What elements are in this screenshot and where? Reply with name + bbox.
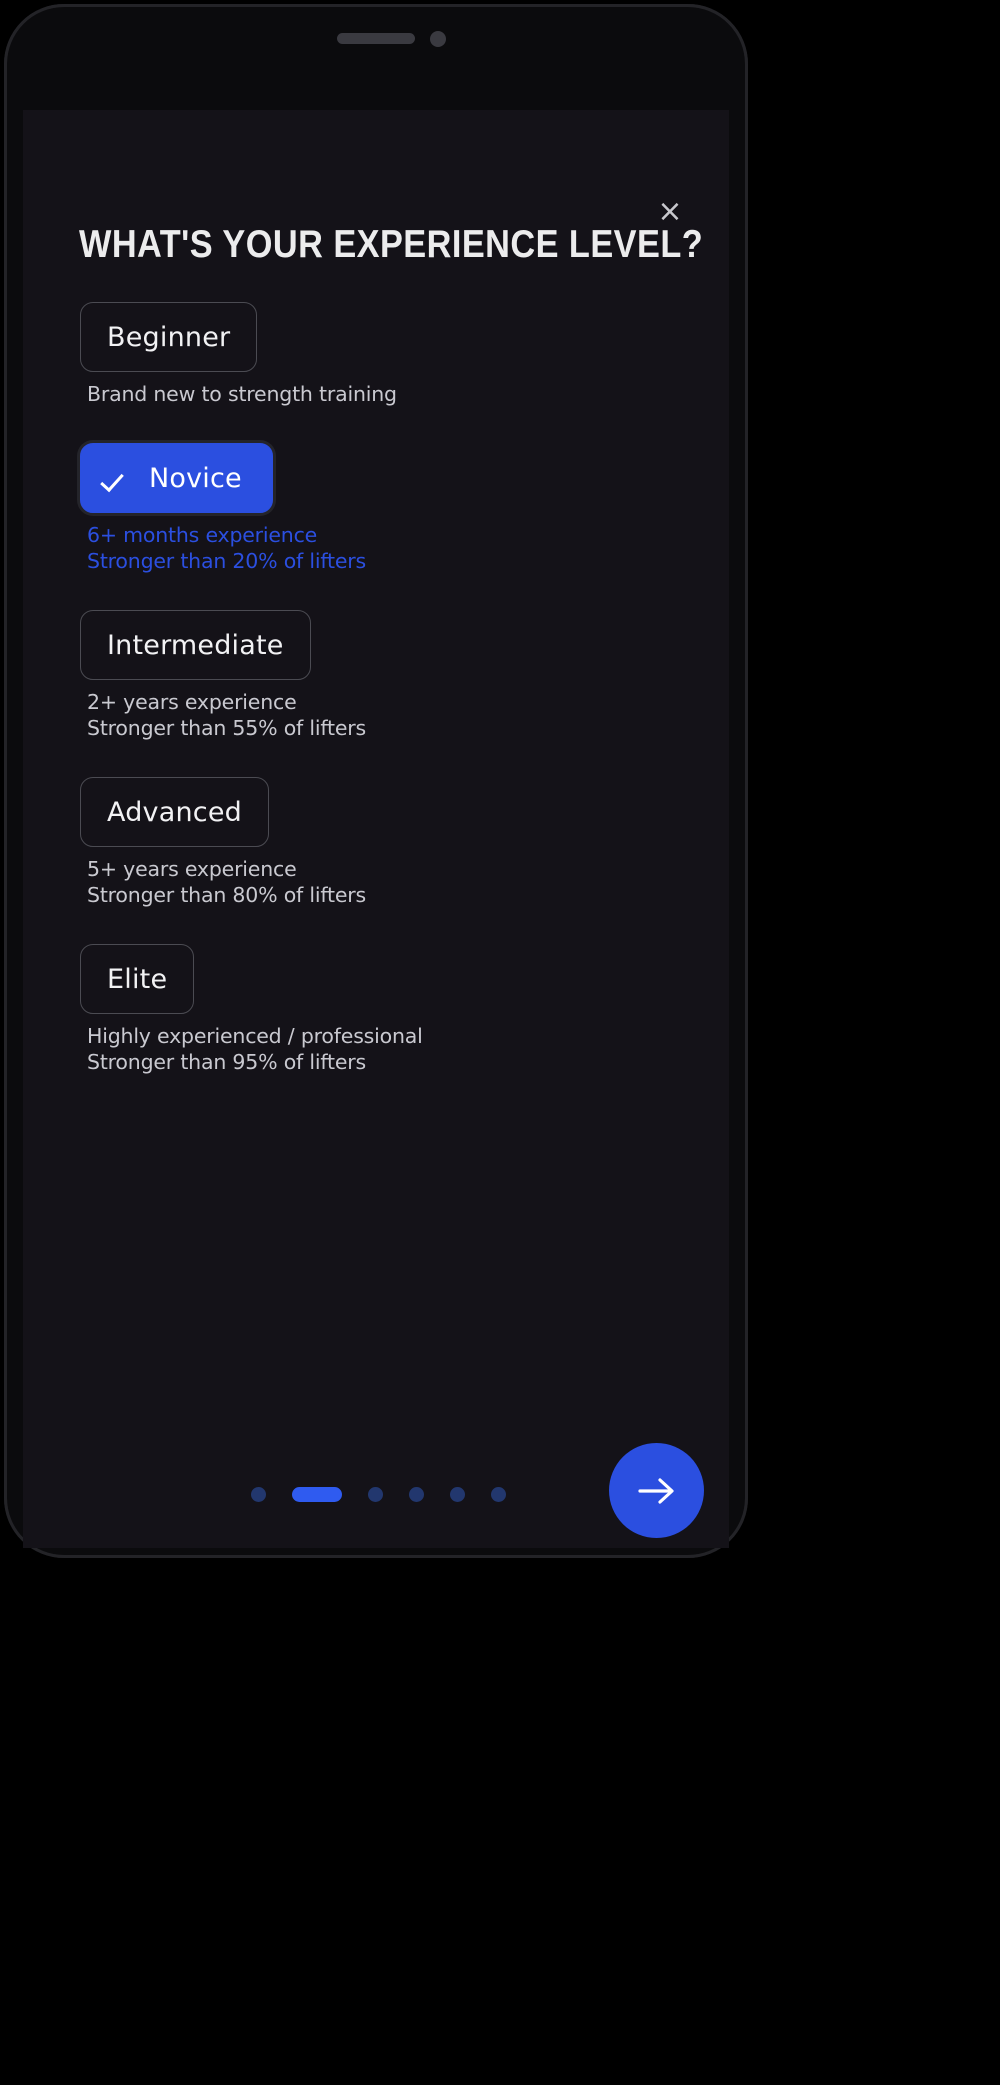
option-description-line: Stronger than 55% of lifters xyxy=(87,716,366,740)
option-description: Highly experienced / professional Stronge… xyxy=(87,1023,699,1075)
option-description-line: Brand new to strength training xyxy=(87,382,397,406)
option-description: 2+ years experience Stronger than 55% of … xyxy=(87,689,699,741)
option-group: Advanced 5+ years experience Stronger than… xyxy=(79,777,699,944)
pagination-dot[interactable] xyxy=(291,1487,342,1502)
option-description: 6+ months experience Stronger than 20% of… xyxy=(87,522,699,574)
option-beginner-button[interactable]: Beginner xyxy=(80,302,258,372)
option-description-line: Highly experienced / professional xyxy=(87,1024,423,1048)
pagination-dot[interactable] xyxy=(408,1487,424,1502)
option-description-line: 5+ years experience xyxy=(87,857,297,881)
experience-level-options: Beginner Brand new to strength training No… xyxy=(79,302,699,1111)
option-description-line: 2+ years experience xyxy=(87,690,297,714)
option-label: Beginner xyxy=(107,321,231,353)
option-chip-row: Beginner xyxy=(79,302,699,372)
front-camera-icon xyxy=(430,31,446,47)
option-label: Advanced xyxy=(107,796,242,828)
option-group: Novice 6+ months experience Stronger than … xyxy=(79,443,699,610)
option-novice-button[interactable]: Novice xyxy=(80,443,273,513)
option-chip-row: Elite xyxy=(79,944,699,1014)
pagination-dot[interactable] xyxy=(490,1487,506,1502)
pagination-dot[interactable] xyxy=(250,1487,266,1502)
option-label: Novice xyxy=(149,462,242,494)
option-chip-row: Intermediate xyxy=(79,610,699,680)
option-advanced-button[interactable]: Advanced xyxy=(80,777,269,847)
option-label: Intermediate xyxy=(107,629,284,661)
next-button[interactable] xyxy=(609,1443,704,1538)
pagination-dot[interactable] xyxy=(449,1487,465,1502)
option-chip-row: Advanced xyxy=(79,777,699,847)
speaker-grille-icon xyxy=(337,33,415,44)
option-label: Elite xyxy=(107,963,168,995)
option-description-line: Stronger than 20% of lifters xyxy=(87,549,366,573)
option-elite-button[interactable]: Elite xyxy=(80,944,195,1014)
option-description-line: 6+ months experience xyxy=(87,523,318,547)
option-intermediate-button[interactable]: Intermediate xyxy=(80,610,311,680)
option-group: Intermediate 2+ years experience Stronger … xyxy=(79,610,699,777)
option-description: 5+ years experience Stronger than 80% of … xyxy=(87,856,699,908)
phone-frame: × WHAT'S YOUR EXPERIENCE LEVEL? Beginner… xyxy=(0,0,1000,2085)
option-group: Beginner Brand new to strength training xyxy=(79,302,699,443)
page-title: WHAT'S YOUR EXPERIENCE LEVEL? xyxy=(79,223,704,266)
arrow-right-icon xyxy=(637,1477,674,1504)
option-group: Elite Highly experienced / professional St… xyxy=(79,944,699,1111)
check-icon xyxy=(103,467,131,489)
option-description-line: Stronger than 95% of lifters xyxy=(87,1050,366,1074)
option-chip-row: Novice xyxy=(79,443,699,513)
option-description-line: Stronger than 80% of lifters xyxy=(87,883,366,907)
pagination-dot[interactable] xyxy=(367,1487,383,1502)
app-screen: × WHAT'S YOUR EXPERIENCE LEVEL? Beginner… xyxy=(23,110,729,1548)
option-description: Brand new to strength training xyxy=(87,381,699,407)
